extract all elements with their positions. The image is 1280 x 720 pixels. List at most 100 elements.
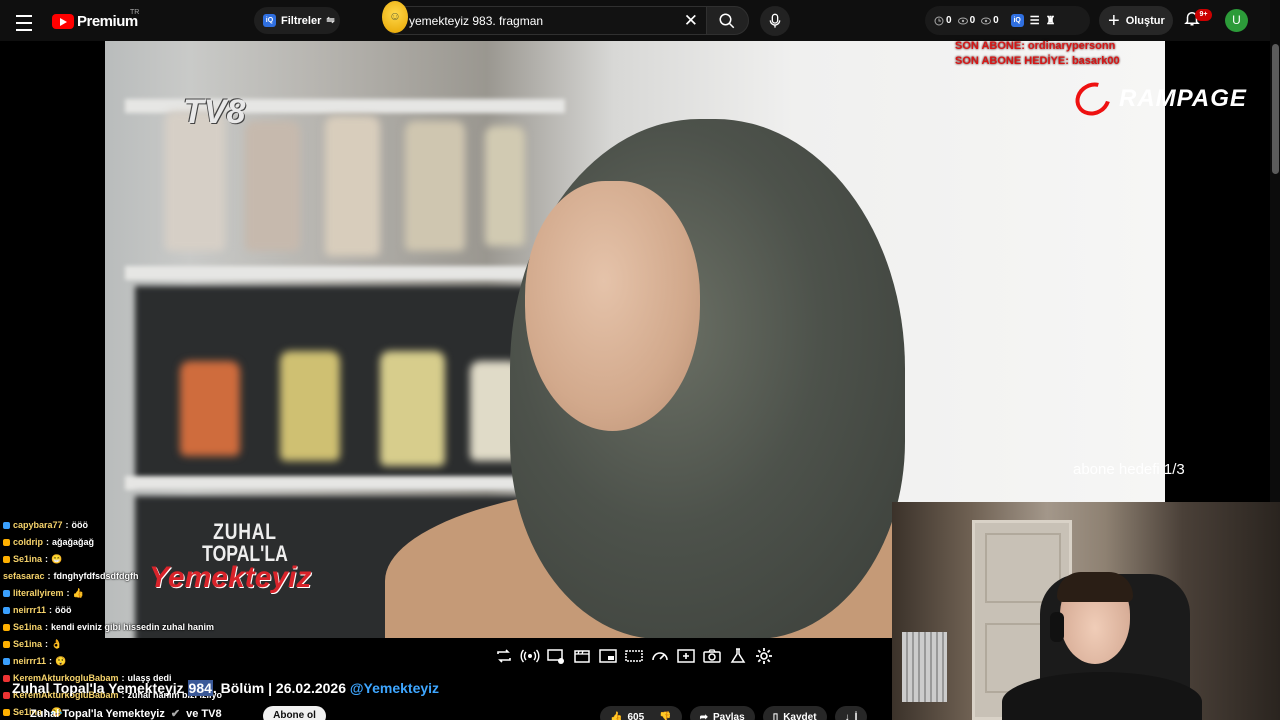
- chat-message: neirrr11: 😲: [3, 653, 222, 670]
- chat-message: Se1ina: 👌: [3, 636, 222, 653]
- playlist-icon[interactable]: [546, 646, 566, 666]
- create-button[interactable]: + Oluştur: [1099, 6, 1173, 35]
- share-button[interactable]: ➦ Paylaş: [689, 706, 755, 720]
- extension-badge-icon[interactable]: iQ: [1010, 14, 1024, 27]
- chat-badge-icon: [3, 658, 10, 665]
- search-button[interactable]: [706, 6, 749, 35]
- streamer-hair: [1057, 572, 1133, 602]
- top-bar: Premium TR iQ Filtreler ⇋ yemekteyiz 983…: [0, 0, 1280, 41]
- stat-views: 0: [957, 15, 976, 26]
- chat-text: fdnghyfdfsdsdfdgfh: [53, 571, 139, 581]
- background-jar: [325, 116, 380, 256]
- filters-button[interactable]: iQ Filtreler ⇋: [254, 7, 340, 34]
- search-input[interactable]: yemekteyiz 983. fragman: [409, 14, 543, 28]
- background-jar: [165, 111, 225, 251]
- chat-text: ööö: [71, 520, 89, 530]
- chat-username: capybara77: [13, 520, 63, 530]
- miniplayer-icon[interactable]: [598, 646, 618, 666]
- chat-badge-icon: [3, 709, 10, 716]
- extension-badge-icon: iQ: [263, 14, 276, 27]
- chat-badge-icon: [3, 522, 10, 529]
- save-button[interactable]: ▯ Kaydet: [762, 706, 827, 720]
- lab-flask-icon[interactable]: [728, 646, 748, 666]
- like-button[interactable]: 👍 605 👎: [600, 706, 682, 720]
- chat-badge-icon: [3, 556, 10, 563]
- background-jar: [380, 351, 445, 466]
- chat-message: literallyirem: 👍: [3, 585, 222, 602]
- bookmark-icon: ▯: [772, 711, 779, 720]
- channel-collab[interactable]: ve TV8: [186, 708, 221, 720]
- save-label: Kaydet: [783, 711, 817, 720]
- theater-icon[interactable]: [624, 646, 644, 666]
- clock-icon: [934, 16, 944, 25]
- chat-message: Se1ina: kendi eviniz gibi hissedin zuhal …: [3, 619, 222, 636]
- video-title: Zuhal Topal'la Yemekteyiz 984. Bölüm | 2…: [12, 680, 439, 696]
- avatar[interactable]: U: [1225, 9, 1248, 32]
- chat-username: neirrr11: [13, 605, 47, 615]
- clip-icon[interactable]: [572, 646, 592, 666]
- close-icon[interactable]: ✕: [684, 11, 698, 31]
- logo-text: Premium: [77, 12, 138, 30]
- background-jar: [280, 351, 340, 461]
- headset: [1050, 612, 1064, 642]
- thumbs-down-icon[interactable]: 👎: [659, 712, 671, 720]
- stat-value: 0: [946, 15, 952, 26]
- download-label: İ: [854, 711, 858, 720]
- share-icon: ➦: [699, 711, 708, 720]
- person-face: [525, 181, 700, 431]
- chat-username: Se1ina: [13, 622, 43, 632]
- verified-icon: ✔: [170, 708, 181, 720]
- chat-separator: :: [47, 571, 51, 581]
- loop-icon[interactable]: [494, 646, 514, 666]
- eye-icon: [981, 17, 992, 24]
- chat-separator: :: [45, 639, 49, 649]
- eye-icon: [957, 17, 968, 24]
- subscribe-button[interactable]: Abone ol: [263, 706, 326, 720]
- chat-message: Se1ina: 😁: [3, 551, 222, 568]
- video-actions: 👍 605 👎 ➦ Paylaş ▯ Kaydet ↓ İ: [600, 706, 868, 720]
- menu-icon[interactable]: [14, 12, 38, 31]
- title-text: . Bölüm | 26.02.2026: [212, 680, 350, 696]
- add-icon[interactable]: [676, 646, 696, 666]
- speed-icon[interactable]: [650, 646, 670, 666]
- player-controls: [485, 642, 785, 670]
- sponsor-mark-icon: [1069, 76, 1117, 122]
- stat-value: 0: [969, 15, 976, 26]
- channel-name[interactable]: Zuhal Topal'la Yemekteyiz: [30, 708, 165, 720]
- background-jar: [485, 126, 525, 246]
- chat-username: Se1ina: [13, 639, 43, 649]
- chat-badge-icon: [3, 692, 10, 699]
- trophy-icon[interactable]: ♜: [1046, 14, 1056, 27]
- sponsor-logo: RAMPAGE: [1069, 76, 1247, 122]
- chat-text: ööö: [55, 605, 72, 615]
- search-box[interactable]: yemekteyiz 983. fragman ✕: [384, 6, 707, 35]
- chat-separator: :: [49, 656, 53, 666]
- screenshot-icon[interactable]: [702, 646, 722, 666]
- gear-icon[interactable]: [754, 646, 774, 666]
- scrollbar-thumb[interactable]: [1272, 44, 1279, 174]
- background-jar: [245, 121, 300, 251]
- channel-mention-link[interactable]: @Yemekteyiz: [350, 680, 439, 696]
- latest-subscriber-overlay: SON ABONE: ordinarypersonn SON ABONE HED…: [955, 39, 1120, 69]
- chat-badge-icon: [3, 607, 10, 614]
- download-icon: ↓: [844, 711, 850, 720]
- chat-message: coldrip: ağağağağ: [3, 534, 222, 551]
- voice-search-button[interactable]: [760, 6, 790, 36]
- chat-badge-icon: [3, 641, 10, 648]
- background-shelf: [125, 476, 565, 490]
- chat-separator: :: [45, 622, 49, 632]
- download-button[interactable]: ↓ İ: [834, 706, 868, 720]
- chat-text: ağağağağ: [52, 537, 95, 547]
- channel-row: Zuhal Topal'la Yemekteyiz ✔ ve TV8: [30, 707, 222, 720]
- thumbs-up-icon: 👍: [610, 711, 623, 720]
- extension-stats[interactable]: 0 0 0 iQ ☰ ♜: [925, 6, 1090, 35]
- background-jar: [405, 121, 465, 251]
- stat-watched: 0: [981, 15, 999, 26]
- logo-region: TR: [130, 9, 140, 16]
- youtube-logo[interactable]: Premium: [52, 11, 138, 31]
- tune-icon: ⇋: [326, 15, 335, 26]
- list-icon[interactable]: ☰: [1030, 14, 1040, 27]
- webcam-feed: [892, 502, 1280, 720]
- chat-badge-icon: [3, 590, 10, 597]
- broadcast-icon[interactable]: [520, 646, 540, 666]
